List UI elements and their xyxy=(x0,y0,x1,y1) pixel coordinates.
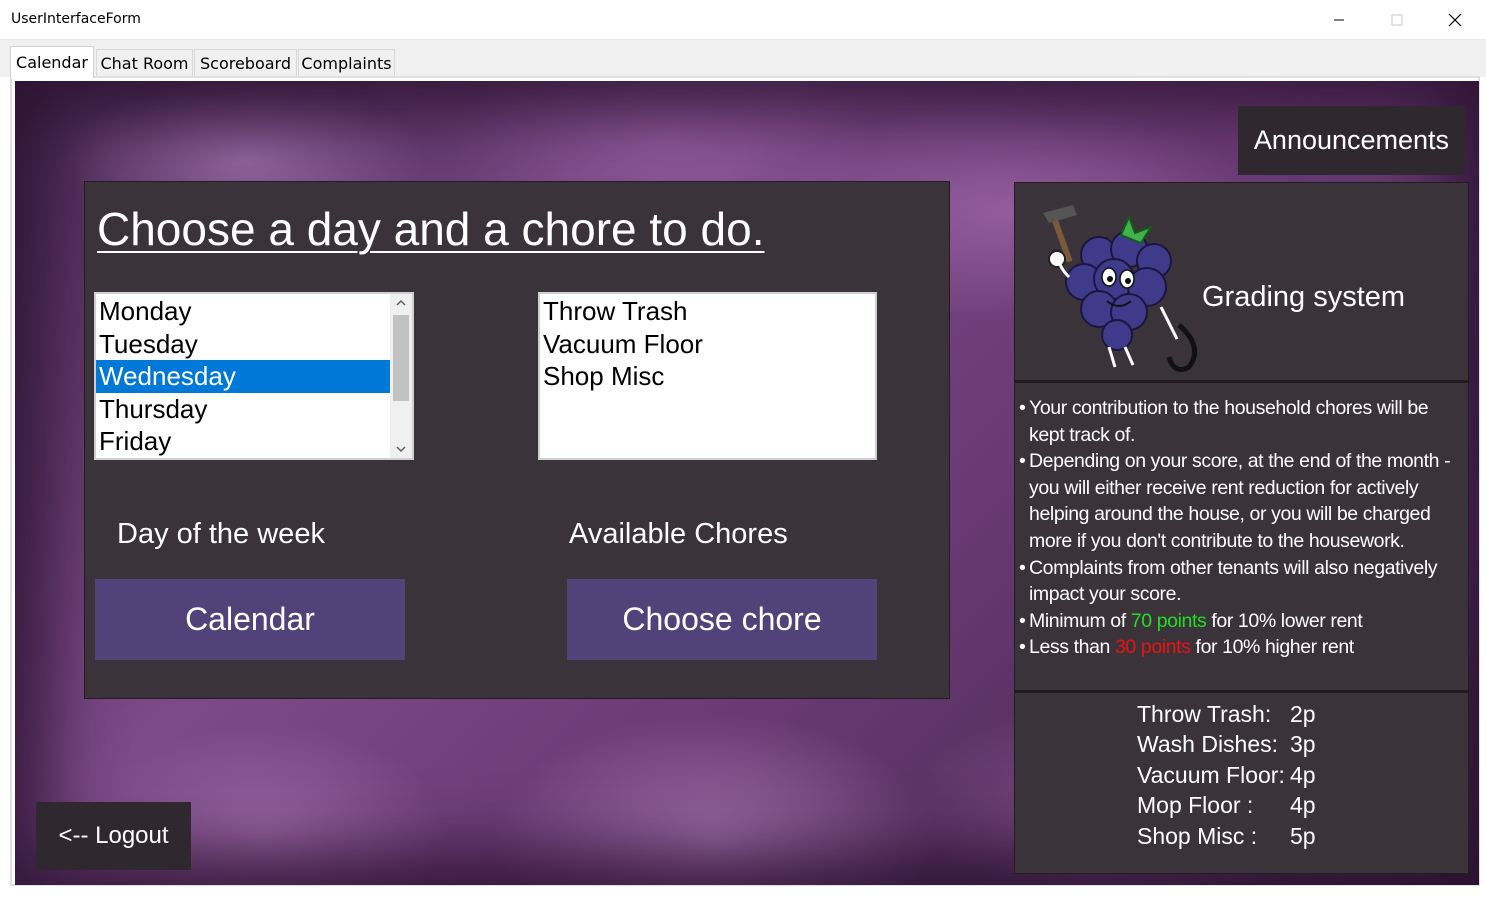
chore-item-throw-trash[interactable]: Throw Trash xyxy=(540,295,875,328)
grape-mascot-icon xyxy=(1043,205,1198,372)
announcements-button[interactable]: Announcements xyxy=(1238,106,1465,175)
day-item-tuesday[interactable]: Tuesday xyxy=(96,328,390,361)
maximize-button[interactable] xyxy=(1368,0,1426,40)
day-of-week-label: Day of the week xyxy=(117,518,325,550)
day-item-thursday[interactable]: Thursday xyxy=(96,393,390,426)
good-points-highlight: 70 points xyxy=(1130,609,1207,632)
bad-points-highlight: 30 points xyxy=(1114,636,1191,659)
scroll-down-button[interactable] xyxy=(390,440,412,458)
scroll-thumb[interactable] xyxy=(393,315,409,401)
minimize-icon xyxy=(1334,19,1344,21)
grading-rules: • Your contribution to the household cho… xyxy=(1019,395,1467,661)
divider xyxy=(1015,690,1468,693)
chore-selection-card: Choose a day and a chore to do. Monday T… xyxy=(84,181,950,699)
divider xyxy=(1015,380,1468,383)
close-icon xyxy=(1448,13,1462,27)
chevron-up-icon xyxy=(396,299,406,306)
tab-strip: Calendar Chat Room Scoreboard Complaints xyxy=(0,40,1486,78)
chore-listbox[interactable]: Throw Trash Vacuum Floor Shop Misc xyxy=(538,292,877,460)
calendar-tab-panel: Announcements Choose a day and a chore t… xyxy=(10,76,1480,886)
day-listbox[interactable]: Monday Tuesday Wednesday Thursday Friday xyxy=(94,292,414,460)
chore-item-vacuum-floor[interactable]: Vacuum Floor xyxy=(540,328,875,361)
window-title: UserInterfaceForm xyxy=(11,11,141,27)
grading-system-card: Grading system • Your contribution to th… xyxy=(1014,182,1469,874)
rule-item: • Depending on your score, at the end of… xyxy=(1019,450,1451,552)
chevron-down-icon xyxy=(396,446,406,453)
chore-item-shop-misc[interactable]: Shop Misc xyxy=(540,360,875,393)
scroll-up-button[interactable] xyxy=(390,294,412,312)
background-image: Announcements Choose a day and a chore t… xyxy=(15,81,1479,885)
day-item-friday[interactable]: Friday xyxy=(96,425,390,458)
maximize-icon xyxy=(1391,14,1403,26)
logout-button[interactable]: <-- Logout xyxy=(36,802,191,870)
rule-less-points: • Less than 30 points for 10% higher ren… xyxy=(1019,636,1354,659)
tab-complaints[interactable]: Complaints xyxy=(298,49,395,76)
page-heading: Choose a day and a chore to do. xyxy=(97,203,765,255)
grading-system-title: Grading system xyxy=(1202,281,1406,313)
available-chores-label: Available Chores xyxy=(569,518,788,550)
title-bar: UserInterfaceForm xyxy=(0,0,1486,40)
tab-scoreboard[interactable]: Scoreboard xyxy=(194,49,297,76)
tab-chat-room[interactable]: Chat Room xyxy=(96,49,193,76)
rule-item: • Complaints from other tenants will als… xyxy=(1019,556,1438,606)
minimize-button[interactable] xyxy=(1310,0,1368,40)
calendar-button[interactable]: Calendar xyxy=(95,579,405,660)
day-item-wednesday[interactable]: Wednesday xyxy=(96,360,390,393)
day-listbox-scrollbar[interactable] xyxy=(390,294,412,458)
rule-item: • Your contribution to the household cho… xyxy=(1019,397,1429,446)
rule-minimum-points: • Minimum of 70 points for 10% lower ren… xyxy=(1019,609,1363,632)
day-item-monday[interactable]: Monday xyxy=(96,295,390,328)
tab-calendar[interactable]: Calendar xyxy=(10,46,94,78)
choose-chore-button[interactable]: Choose chore xyxy=(567,579,877,660)
close-button[interactable] xyxy=(1426,0,1484,40)
